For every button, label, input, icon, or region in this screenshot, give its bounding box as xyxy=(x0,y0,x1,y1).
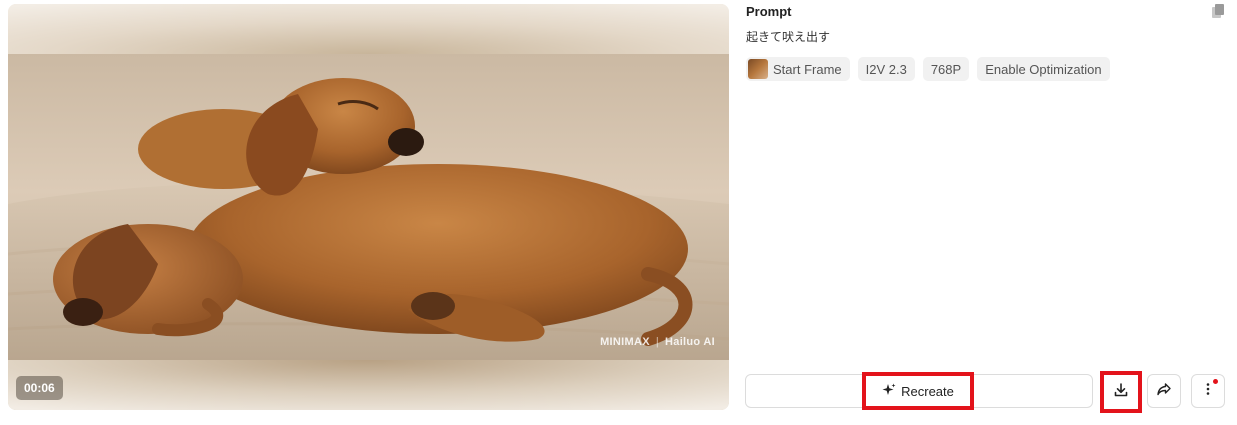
video-bottom-blur xyxy=(8,360,729,410)
watermark: MINIMAX | Hailuo AI xyxy=(600,336,715,348)
hailuo-watermark: Hailuo AI xyxy=(665,336,715,348)
recreate-button[interactable]: Recreate xyxy=(862,372,974,410)
prompt-title: Prompt xyxy=(746,4,792,19)
video-player[interactable]: MINIMAX | Hailuo AI 00:06 xyxy=(8,4,729,410)
duration-badge: 00:06 xyxy=(16,376,63,400)
notification-dot xyxy=(1213,379,1218,384)
minimax-watermark: MINIMAX xyxy=(600,336,650,348)
resolution-chip: 768P xyxy=(922,57,970,81)
share-icon xyxy=(1156,381,1172,402)
more-button[interactable] xyxy=(1191,374,1225,408)
prompt-text: 起きて吠え出す xyxy=(746,30,831,44)
start-frame-chip[interactable]: Start Frame xyxy=(746,57,850,81)
download-icon xyxy=(1113,382,1129,403)
share-button[interactable] xyxy=(1147,374,1181,408)
model-chip: I2V 2.3 xyxy=(857,57,915,81)
optimization-label: Enable Optimization xyxy=(985,61,1102,77)
video-top-blur xyxy=(8,4,729,54)
resolution-label: 768P xyxy=(930,61,962,77)
recreate-label: Recreate xyxy=(901,383,954,399)
optimization-chip: Enable Optimization xyxy=(977,57,1110,81)
model-label: I2V 2.3 xyxy=(865,61,907,77)
download-button[interactable] xyxy=(1100,371,1142,413)
sparkle-icon xyxy=(882,383,896,400)
start-frame-thumbnail xyxy=(748,59,768,79)
watermark-separator: | xyxy=(655,336,660,348)
video-frame xyxy=(8,54,729,360)
generation-settings: Start Frame I2V 2.3 768P Enable Optimiza… xyxy=(746,57,1110,81)
start-frame-label: Start Frame xyxy=(773,61,842,77)
copy-icon[interactable] xyxy=(1210,3,1226,19)
